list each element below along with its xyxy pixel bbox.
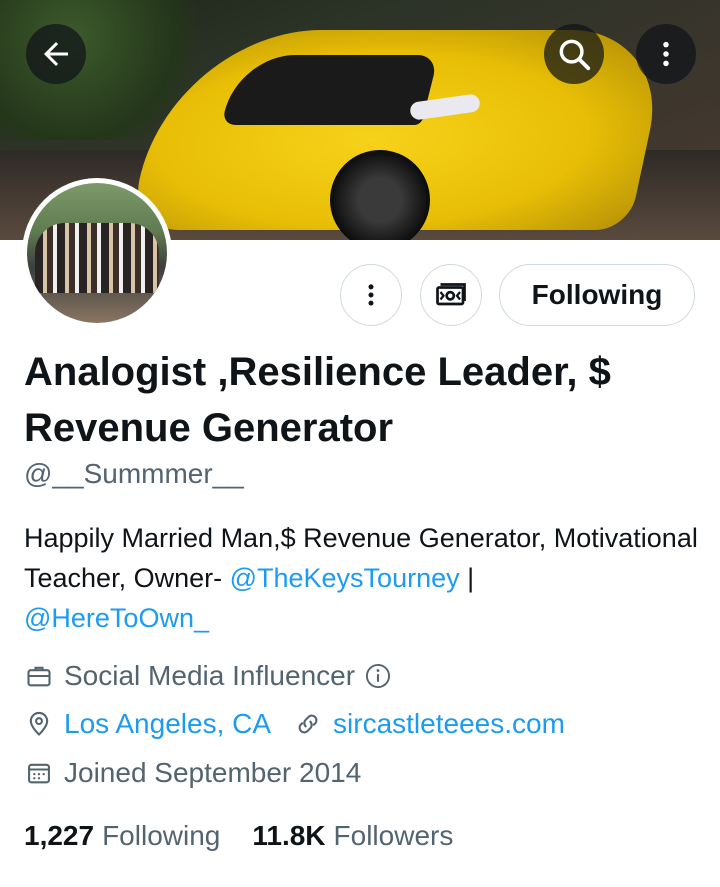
avatar[interactable]	[22, 178, 172, 328]
category-label: Social Media Influencer	[64, 660, 356, 691]
bio-separator: |	[459, 563, 475, 593]
following-label: Following	[102, 820, 221, 851]
follow-stats: 1,227 Following 11.8K Followers	[24, 820, 485, 852]
location-website-row: Los Angeles, CA sircastleteees.com	[24, 708, 565, 740]
category-row: Social Media Influencer	[24, 660, 403, 692]
display-name: Analogist ,Resilience Leader, $ Revenue …	[24, 350, 611, 450]
search-icon	[559, 39, 591, 71]
location-label[interactable]: Los Angeles, CA	[64, 708, 271, 740]
location-pin-icon	[24, 709, 54, 739]
following-stat[interactable]: 1,227 Following	[24, 820, 220, 852]
website-link[interactable]: sircastleteees.com	[333, 708, 565, 740]
more-vertical-icon	[663, 41, 669, 67]
following-count: 1,227	[24, 820, 95, 851]
bio: Happily Married Man,$ Revenue Generator,…	[24, 518, 704, 638]
subscribe-button[interactable]	[420, 264, 482, 326]
followers-label: Followers	[333, 820, 454, 851]
link-icon	[293, 709, 323, 739]
profile-more-button[interactable]	[340, 264, 402, 326]
joined-row: Joined September 2014	[24, 757, 361, 789]
briefcase-icon	[24, 661, 54, 691]
info-icon[interactable]	[363, 661, 393, 691]
bio-mention-thekeystourney[interactable]: @TheKeysTourney	[230, 563, 460, 593]
more-options-button[interactable]	[636, 24, 696, 84]
bio-mention-heretoown[interactable]: @HereToOwn_	[24, 603, 209, 633]
joined-date: Joined September 2014	[64, 757, 362, 788]
more-vertical-icon	[368, 284, 374, 306]
avatar-image	[27, 183, 167, 323]
avatar-group-photo	[35, 223, 159, 293]
banner-car-wheel	[330, 150, 430, 240]
following-button-label: Following	[531, 279, 663, 310]
search-button[interactable]	[544, 24, 604, 84]
followers-stat[interactable]: 11.8K Followers	[252, 820, 453, 852]
following-button[interactable]: Following	[499, 264, 695, 326]
arrow-left-icon	[44, 42, 68, 66]
followers-count: 11.8K	[252, 820, 326, 851]
back-button[interactable]	[26, 24, 86, 84]
user-handle: @__Summmer__	[24, 458, 244, 489]
money-icon	[436, 283, 466, 306]
calendar-icon	[24, 758, 54, 788]
